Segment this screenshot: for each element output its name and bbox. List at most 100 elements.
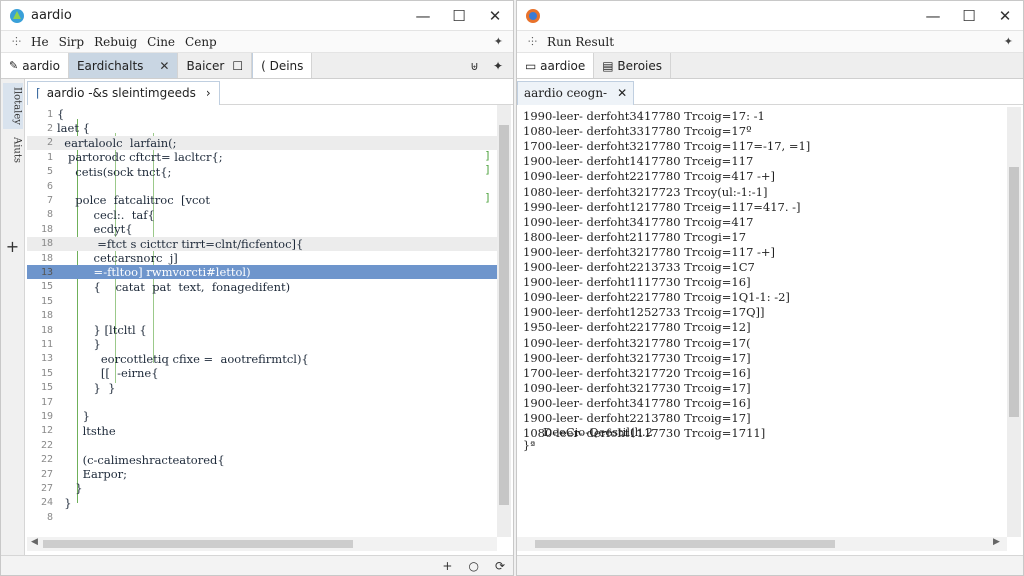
code-line[interactable]: 19 } xyxy=(27,409,497,423)
close-button[interactable]: ✕ xyxy=(987,1,1023,31)
output-line: 1900-leer- derfoht3217730 Trcoig=17] xyxy=(523,350,751,365)
menu-cine[interactable]: Cine xyxy=(142,35,180,49)
output-vertical-scrollbar[interactable] xyxy=(1007,107,1021,537)
close-button[interactable]: ✕ xyxy=(477,1,513,31)
refresh-icon[interactable]: ⟳ xyxy=(495,559,505,573)
output-line: 1800-leer- derfoht2117780 Trcogi=17 xyxy=(523,229,747,244)
menu-cenp[interactable]: Cenp xyxy=(180,35,222,49)
pin-icon[interactable]: ✦ xyxy=(494,35,503,48)
scrollbar-thumb[interactable] xyxy=(43,540,353,548)
code-editor[interactable]: 1{2 laet {2 eartaloolc larfain(; 1 partoro… xyxy=(27,105,497,537)
editor-vertical-scrollbar[interactable] xyxy=(497,105,511,537)
close-icon[interactable]: ✕ xyxy=(617,86,627,100)
code-text: =-ftltoo] rwmvorcti#lettol) xyxy=(57,265,251,280)
tab-deins[interactable]: ( Deins xyxy=(252,53,313,78)
output-horizontal-scrollbar[interactable]: ▶ xyxy=(517,537,1007,551)
code-line[interactable]: 22 (c-calimeshracteatored{ xyxy=(27,453,497,467)
output-tab[interactable]: aardio ceogn- ✕ xyxy=(517,80,635,105)
tab-aardio[interactable]: ✎ aardio xyxy=(1,53,69,78)
code-line[interactable]: 15 [[ -eirne{ xyxy=(27,366,497,380)
pin-icon[interactable]: ✦ xyxy=(493,59,503,73)
scrollbar-thumb[interactable] xyxy=(535,540,835,548)
code-line[interactable]: 1 partorodc cftcrt= lacltcr{; xyxy=(27,150,497,164)
minimize-button[interactable]: — xyxy=(405,1,441,31)
code-line[interactable]: 2 laet { xyxy=(27,121,497,135)
code-line[interactable]: 22 xyxy=(27,438,497,452)
code-line[interactable]: 18 xyxy=(27,309,497,323)
code-line[interactable]: 1{ xyxy=(27,107,497,121)
file-tab[interactable]: ⌈ aardio -&s sleintimgeeds › xyxy=(27,80,220,105)
code-line[interactable]: 6 xyxy=(27,179,497,193)
line-number: 8 xyxy=(46,209,53,221)
pencil-icon: ✎ xyxy=(9,59,19,72)
menu-run-result[interactable]: Run Result xyxy=(542,35,619,49)
code-line[interactable]: 8 cecl:. taf{ xyxy=(27,208,497,222)
menu-he[interactable]: He xyxy=(26,35,54,49)
tab-eardichalts[interactable]: Eardichalts ✕ xyxy=(68,53,179,78)
chevron-right-icon[interactable]: › xyxy=(206,86,211,100)
code-line[interactable]: 8 xyxy=(27,510,497,524)
minimize-button[interactable]: — xyxy=(915,1,951,31)
code-line[interactable]: 2 eartaloolc larfain(; xyxy=(27,135,497,150)
panel-tabbar: ▭ aardioe ▤ Beroies xyxy=(517,53,1023,79)
close-icon[interactable]: ✕ xyxy=(159,59,169,73)
left-sidebar: Ilotaley Aiuts + xyxy=(1,79,25,555)
code-line[interactable]: 27 } xyxy=(27,481,497,495)
code-line[interactable]: 15 xyxy=(27,294,497,308)
line-number: 12 xyxy=(40,425,53,437)
code-line[interactable]: 15 } } xyxy=(27,381,497,395)
code-line[interactable]: 13 eorcottletiq cfixe = aootrefirmtcl){ xyxy=(27,352,497,366)
code-text: ecdyt{ xyxy=(57,222,133,237)
code-line[interactable]: 15 { catat pat text, fonagedifent) xyxy=(27,280,497,294)
code-line[interactable]: 24 } xyxy=(27,496,497,510)
code-line[interactable]: 17 xyxy=(27,395,497,409)
output-line: 1950-leer- derfoht2217780 Trcoig=12] xyxy=(523,320,751,335)
fold-end-mark: ] xyxy=(484,191,491,204)
code-line[interactable]: 27 Earpor; xyxy=(27,467,497,481)
tab-aardioe[interactable]: ▭ aardioe xyxy=(517,53,595,78)
scroll-right-icon[interactable]: ▶ xyxy=(993,537,1000,547)
scrollbar-thumb[interactable] xyxy=(499,125,509,505)
scrollbar-thumb[interactable] xyxy=(1009,167,1019,417)
output-console[interactable]: 1990-leer- derfoht3417780 Trcoig=17: -1 1… xyxy=(521,107,1007,537)
code-line[interactable]: 7 polce fatcalitroc [vcot xyxy=(27,193,497,207)
menu-sirp[interactable]: Sirp xyxy=(54,35,89,49)
line-number: 8 xyxy=(46,511,53,523)
menu-rebuig[interactable]: Rebuig xyxy=(89,35,142,49)
pin-icon[interactable]: ✦ xyxy=(1004,35,1013,48)
line-number: 15 xyxy=(40,295,53,307)
tab-beroies[interactable]: ▤ Beroies xyxy=(594,53,672,78)
line-number: 24 xyxy=(40,497,53,509)
code-line[interactable]: 13 =-ftltoo] rwmvorcti#lettol) xyxy=(27,265,497,280)
line-number: 18 xyxy=(40,238,53,250)
code-line[interactable]: 18 =ftct s cicttcr tirrt=clnt/ficfentoc]… xyxy=(27,236,497,251)
menu-bar: ⸭ Run Result ✦ xyxy=(517,31,1023,53)
sidebar-item-aiuts[interactable]: Aiuts xyxy=(3,133,23,167)
code-line[interactable]: 18 cetcarsnorc j] xyxy=(27,251,497,265)
code-line[interactable]: 18 ecdyt{ xyxy=(27,222,497,236)
code-line[interactable]: 5 cetis(sock tnct{; xyxy=(27,165,497,179)
window-icon[interactable]: ☐ xyxy=(232,59,243,73)
maximize-button[interactable]: ☐ xyxy=(441,1,477,31)
editor-horizontal-scrollbar[interactable]: ◀ xyxy=(27,537,497,551)
tab-baicer[interactable]: Baicer ☐ xyxy=(178,53,253,78)
code-line[interactable]: 12 ltsthe xyxy=(27,424,497,438)
code-text: polce fatcalitroc [vcot xyxy=(57,193,210,208)
maximize-button[interactable]: ☐ xyxy=(951,1,987,31)
code-text: { catat pat text, fonagedifent) xyxy=(57,279,291,294)
add-icon[interactable]: + xyxy=(1,237,24,256)
sidebar-item-ilotaley[interactable]: Ilotaley xyxy=(2,83,23,129)
line-number: 17 xyxy=(40,396,53,408)
search-icon[interactable]: ○ xyxy=(468,559,478,573)
panel-tabbar: ✎ aardio Eardichalts ✕ Baicer ☐ ( Deins … xyxy=(1,53,513,79)
tab-label: aardio xyxy=(22,58,60,73)
tab-label: ( Deins xyxy=(261,58,304,73)
code-text: (c-calimeshracteatored{ xyxy=(57,452,225,467)
code-text: } xyxy=(57,337,101,352)
code-line[interactable]: 18 } [ltcltl { xyxy=(27,323,497,337)
code-line[interactable]: 11 } xyxy=(27,337,497,351)
scroll-left-icon[interactable]: ◀ xyxy=(31,537,38,547)
add-icon[interactable]: + xyxy=(442,559,452,573)
code-text: [[ -eirne{ xyxy=(57,366,159,381)
split-icon[interactable]: ⊎ xyxy=(470,59,479,73)
